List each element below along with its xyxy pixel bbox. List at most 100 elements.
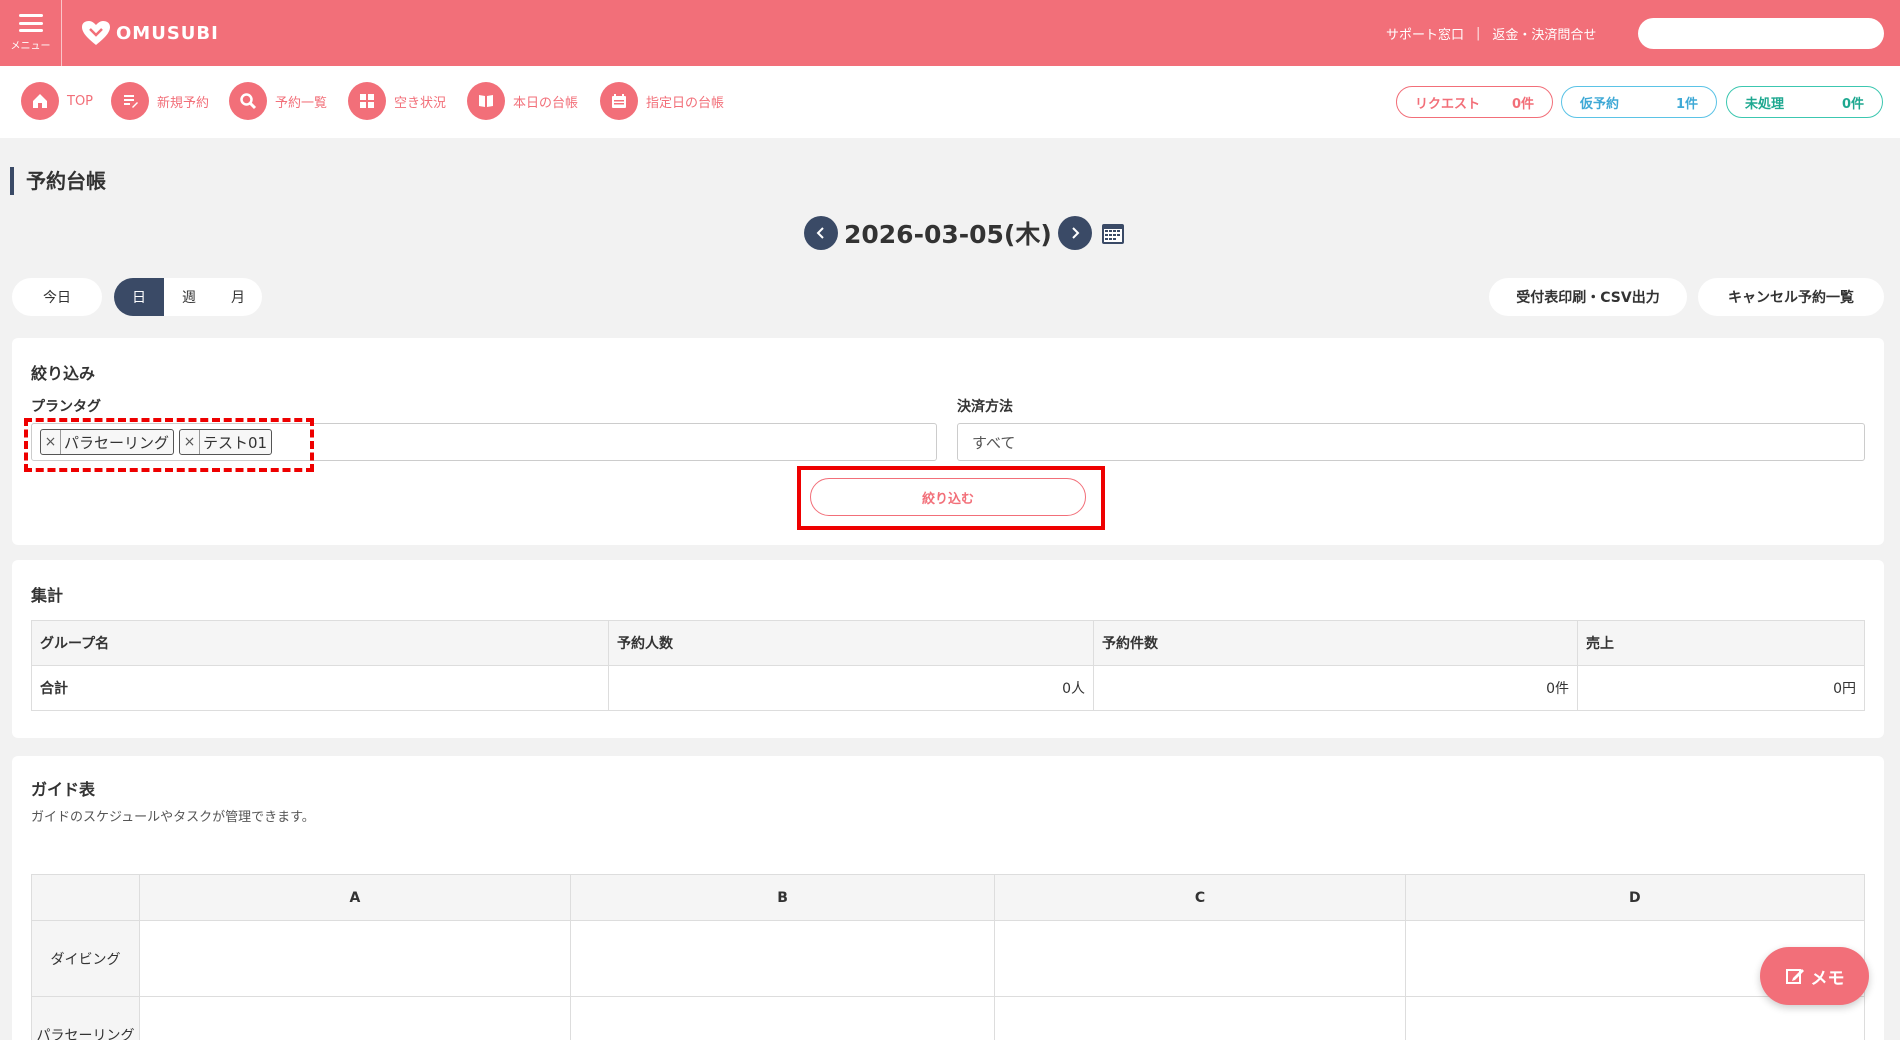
today-button[interactable]: 今日 (12, 278, 102, 316)
header-links: サポート窓口 | 返金・決済問合せ (1386, 0, 1596, 66)
table-header-row: グループ名 予約人数 予約件数 売上 (31, 620, 1865, 666)
tag-chip: × パラセーリング (40, 429, 175, 455)
cancel-list-button[interactable]: キャンセル予約一覧 (1698, 278, 1884, 316)
plan-tag-label: プランタグ (31, 399, 101, 415)
table-row: 合計 0人 0件 0円 (31, 665, 1865, 711)
logo-text: OMUSUBI (116, 22, 219, 44)
logo[interactable]: OMUSUBI (80, 19, 219, 47)
column-header: 予約人数 (608, 620, 1094, 666)
calendar-picker-icon[interactable] (1100, 220, 1126, 246)
summary-card: 集計 グループ名 予約人数 予約件数 売上 合計 0人 0件 0円 (12, 560, 1884, 738)
nav-item-today-ledger[interactable]: 本日の台帳 (467, 82, 578, 120)
nav-item-reservation-list[interactable]: 予約一覧 (229, 82, 327, 120)
column-header: A (139, 874, 571, 921)
menu-label: メニュー (10, 41, 51, 52)
temp-count: 1件 (1675, 96, 1698, 112)
count-cell: 0件 (1093, 665, 1578, 711)
table-row: パラセーリング (31, 996, 1866, 1040)
grid-icon (348, 82, 386, 120)
column-header: 予約件数 (1093, 620, 1578, 666)
guide-cell[interactable] (139, 996, 571, 1040)
guide-card: ガイド表 ガイドのスケジュールやタスクが管理できます。 A B C D ダイビン… (12, 756, 1884, 1040)
guide-description: ガイドのスケジュールやタスクが管理できます。 (31, 810, 315, 825)
nav-label: TOP (67, 93, 94, 109)
close-icon[interactable]: × (180, 430, 201, 454)
nav-label: 新規予約 (157, 95, 210, 111)
home-icon (21, 82, 59, 120)
calendar-icon (600, 82, 638, 120)
corner-cell (31, 874, 140, 921)
summary-title: 集計 (31, 586, 64, 605)
menu-button[interactable]: メニュー (0, 0, 62, 66)
guide-cell[interactable] (569, 996, 996, 1040)
header-search-input[interactable] (1638, 18, 1884, 49)
unprocessed-label: 未処理 (1745, 96, 1785, 112)
row-header: パラセーリング (31, 996, 140, 1040)
group-name-cell: 合計 (31, 665, 609, 711)
link-separator: | (1476, 25, 1481, 41)
hamburger-icon (18, 14, 43, 32)
temp-label: 仮予約 (1580, 96, 1620, 112)
heart-logo-icon (82, 21, 110, 45)
refund-inquiry-link[interactable]: 返金・決済問合せ (1492, 24, 1596, 43)
nav-item-date-ledger[interactable]: 指定日の台帳 (600, 82, 724, 120)
guide-cell[interactable] (994, 996, 1406, 1040)
tag-label: テスト01 (203, 433, 268, 452)
row-header: ダイビング (31, 920, 140, 997)
nav-label: 予約一覧 (275, 95, 328, 111)
current-date: 2026-03-05(木) (844, 220, 1052, 249)
column-header: C (994, 874, 1406, 921)
page-title: 予約台帳 (10, 167, 106, 195)
filter-submit-button[interactable]: 絞り込む (810, 478, 1086, 516)
tag-chip: × テスト01 (179, 429, 273, 455)
chevron-right-icon (1072, 227, 1080, 239)
request-label: リクエスト (1415, 96, 1481, 112)
guide-cell[interactable] (569, 920, 996, 997)
date-navigation: 2026-03-05(木) (804, 215, 1126, 251)
memo-label: メモ (1810, 968, 1845, 989)
column-header: グループ名 (31, 620, 609, 666)
chevron-left-icon (816, 227, 824, 239)
sales-cell: 0円 (1577, 665, 1865, 711)
summary-table: グループ名 予約人数 予約件数 売上 合計 0人 0件 0円 (31, 620, 1865, 711)
nav-label: 本日の台帳 (513, 95, 579, 111)
filter-title: 絞り込み (31, 364, 96, 383)
guide-table: A B C D ダイビング パラセーリング (31, 874, 1866, 1040)
payment-method-label: 決済方法 (957, 399, 1013, 415)
nav-bar: TOP 新規予約 予約一覧 空き状況 本日の台帳 指定日の台帳 リクエスト 0件 (0, 66, 1900, 138)
book-icon (467, 82, 505, 120)
view-month-button[interactable]: 月 (214, 278, 262, 316)
app-header: メニュー OMUSUBI サポート窓口 | 返金・決済問合せ (0, 0, 1900, 66)
people-cell: 0人 (608, 665, 1094, 711)
unprocessed-count-button[interactable]: 未処理 0件 (1726, 86, 1883, 118)
edit-note-icon (1785, 969, 1804, 984)
prev-date-button[interactable] (804, 216, 838, 250)
view-week-button[interactable]: 週 (164, 278, 214, 316)
column-header: D (1404, 874, 1866, 921)
guide-title: ガイド表 (31, 780, 96, 799)
search-icon (229, 82, 267, 120)
request-count: 0件 (1511, 96, 1534, 112)
nav-item-new-reservation[interactable]: 新規予約 (111, 82, 209, 120)
next-date-button[interactable] (1057, 216, 1092, 250)
support-link[interactable]: サポート窓口 (1386, 24, 1464, 43)
request-count-button[interactable]: リクエスト 0件 (1396, 86, 1553, 118)
close-icon[interactable]: × (41, 430, 61, 454)
unprocessed-count: 0件 (1841, 96, 1864, 112)
payment-method-select[interactable]: すべて (957, 423, 1865, 461)
view-toggle: 日 週 月 (114, 278, 262, 316)
column-header: B (569, 874, 996, 921)
column-header: 売上 (1577, 620, 1865, 666)
nav-item-top[interactable]: TOP (21, 82, 93, 120)
memo-button[interactable]: メモ (1760, 947, 1869, 1005)
nav-item-availability[interactable]: 空き状況 (348, 82, 446, 120)
table-row: ダイビング (31, 920, 1866, 997)
temp-reservation-count-button[interactable]: 仮予約 1件 (1561, 86, 1717, 118)
plan-tag-input[interactable]: × パラセーリング × テスト01 (31, 423, 937, 461)
print-csv-button[interactable]: 受付表印刷・CSV出力 (1489, 278, 1687, 316)
guide-cell[interactable] (139, 920, 571, 997)
nav-label: 空き状況 (394, 95, 447, 111)
view-day-button[interactable]: 日 (114, 278, 164, 316)
table-header-row: A B C D (31, 874, 1866, 921)
guide-cell[interactable] (994, 920, 1406, 997)
